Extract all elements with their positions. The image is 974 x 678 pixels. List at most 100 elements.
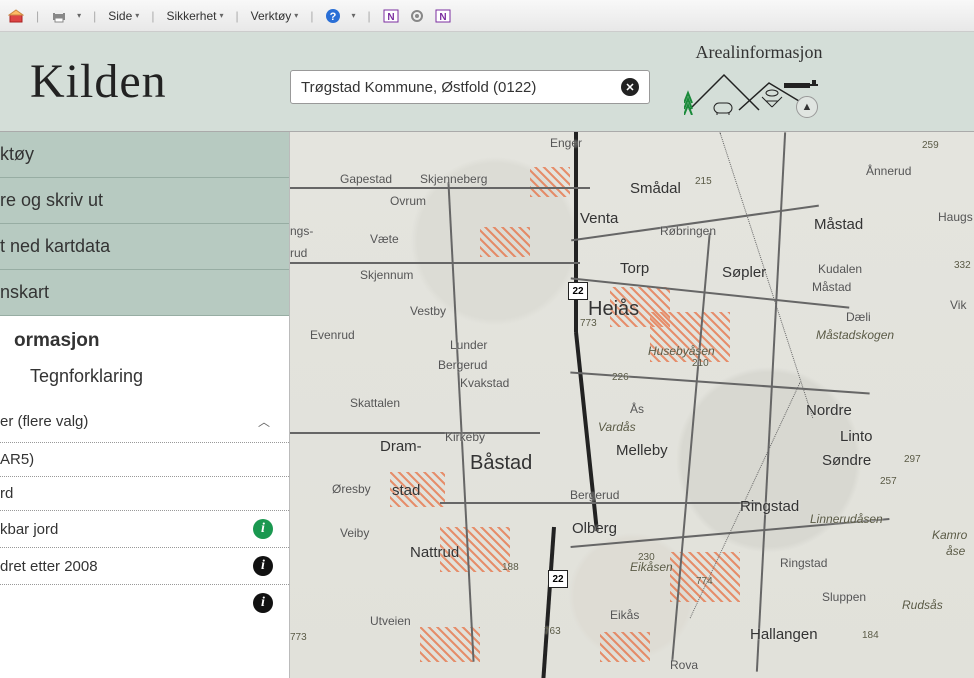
gear-icon[interactable]	[409, 8, 425, 24]
place-label: Dram-	[380, 438, 422, 455]
place-label: Skattalen	[350, 396, 400, 410]
sidebar: ktøy re og skriv ut t ned kartdata nskar…	[0, 132, 290, 678]
place-label: åse	[946, 544, 965, 558]
onenote-icon-2[interactable]: N	[435, 8, 451, 24]
sidebar-item-verktoy[interactable]: ktøy	[0, 132, 289, 178]
place-label: Væte	[370, 232, 399, 246]
place-label: Linnerudåsen	[810, 512, 883, 526]
legend-rd[interactable]: rd	[0, 477, 289, 511]
elevation-label: 210	[692, 358, 709, 369]
place-label: rud	[290, 246, 307, 260]
svg-text:N: N	[387, 12, 394, 23]
place-label: Utveien	[370, 614, 411, 628]
sidebar-item-bakgrunn[interactable]: nskart	[0, 270, 289, 316]
place-label: Rova	[670, 658, 698, 672]
place-label: Smådal	[630, 180, 681, 197]
place-label: Eikås	[610, 608, 639, 622]
search-input[interactable]	[301, 79, 621, 96]
place-label: Dæli	[846, 310, 871, 324]
menu-verktoy[interactable]: Verktøy ▾	[251, 9, 299, 23]
elevation-label: 297	[904, 454, 921, 465]
place-label: Ringstad	[740, 498, 799, 515]
menu-side[interactable]: Side ▾	[108, 9, 139, 23]
place-label: Kudalen	[818, 262, 862, 276]
svg-text:?: ?	[330, 11, 337, 23]
elevation-label: 215	[695, 176, 712, 187]
place-label: Rudsås	[902, 598, 943, 612]
place-label: Søndre	[822, 452, 871, 469]
place-label: Melleby	[616, 442, 668, 459]
place-label: Husebyåsen	[648, 344, 715, 358]
search-box[interactable]: ✕	[290, 70, 650, 104]
place-label: Ås	[630, 402, 644, 416]
map-canvas[interactable]: EngerGapestadSkjennebergOvrumngs-rudVæte…	[290, 132, 974, 678]
place-label: Evenrud	[310, 328, 355, 342]
sidebar-item-lagre[interactable]: re og skriv ut	[0, 178, 289, 224]
place-label: Søpler	[722, 264, 766, 281]
browser-toolbar: | ▾ | Side ▾ | Sikkerhet ▾ | Verktøy ▾ |…	[0, 0, 974, 32]
place-label: Måstad	[814, 216, 863, 233]
road-shield: 22	[548, 570, 568, 588]
sidebar-section-informasjon: ormasjon	[0, 316, 289, 360]
place-label: Måstadskogen	[816, 328, 894, 342]
elevation-label: 773	[290, 632, 307, 643]
legend-extra[interactable]: i	[0, 585, 289, 621]
svg-text:N: N	[439, 12, 446, 23]
chevron-down-icon[interactable]: ▾	[77, 11, 81, 20]
place-label: Veiby	[340, 526, 369, 540]
info-icon[interactable]: i	[253, 556, 273, 576]
place-label: Båstad	[470, 452, 532, 475]
app-header: Kilden ✕ Arealinformasjon ▲	[0, 32, 974, 132]
elevation-label: 773	[580, 318, 597, 329]
legend-ar5[interactable]: AR5)	[0, 443, 289, 477]
place-label: Skjenneberg	[420, 172, 487, 186]
place-label: Venta	[580, 210, 618, 227]
help-icon[interactable]: ?	[325, 8, 341, 24]
info-icon[interactable]: i	[253, 519, 273, 539]
place-label: Bergerud	[438, 358, 487, 372]
place-label: Kirkeby	[445, 430, 485, 444]
place-label: Gapestad	[340, 172, 392, 186]
print-icon[interactable]	[51, 8, 67, 24]
collapse-button[interactable]: ▲	[796, 96, 818, 118]
place-label: Linto	[840, 428, 873, 445]
road-shield: 22	[568, 282, 588, 300]
legend-heading: Tegnforklaring	[0, 360, 289, 401]
onenote-icon[interactable]: N	[383, 8, 399, 24]
place-label: Ånnerud	[866, 164, 911, 178]
elevation-label: 226	[612, 372, 629, 383]
place-label: Vik	[950, 298, 966, 312]
place-label: Måstad	[812, 280, 851, 294]
clear-icon[interactable]: ✕	[621, 78, 639, 96]
legend-dyrkbar[interactable]: kbar jord i	[0, 511, 289, 548]
elevation-label: 184	[862, 630, 879, 641]
chevron-up-icon[interactable]: ︿	[255, 409, 273, 434]
place-label: ngs-	[290, 224, 313, 238]
menu-sikkerhet[interactable]: Sikkerhet ▾	[166, 9, 223, 23]
info-icon[interactable]: i	[253, 593, 273, 613]
place-label: Bergerud	[570, 488, 619, 502]
place-label: Nordre	[806, 402, 852, 419]
place-label: Røbringen	[660, 224, 716, 238]
areal-title: Arealinformasjon	[684, 42, 834, 63]
home-icon[interactable]	[8, 8, 24, 24]
elevation-label: 259	[922, 140, 939, 151]
place-label: Lunder	[450, 338, 487, 352]
place-label: Torp	[620, 260, 649, 277]
place-label: Sluppen	[822, 590, 866, 604]
place-label: stad	[392, 482, 420, 499]
elevation-label: 763	[544, 626, 561, 637]
place-label: Haugs	[938, 210, 973, 224]
elevation-label: 774	[696, 576, 713, 587]
legend-endret[interactable]: dret etter 2008 i	[0, 548, 289, 585]
place-label: Vestby	[410, 304, 446, 318]
legend-filter[interactable]: er (flere valg) ︿	[0, 401, 289, 443]
elevation-label: 230	[638, 552, 655, 563]
logo: Kilden	[30, 54, 167, 109]
place-label: Hallangen	[750, 626, 818, 643]
place-label: Ringstad	[780, 556, 827, 570]
place-label: Olberg	[572, 520, 617, 537]
elevation-label: 257	[880, 476, 897, 487]
sidebar-item-last-ned[interactable]: t ned kartdata	[0, 224, 289, 270]
place-label: Nattrud	[410, 544, 459, 561]
